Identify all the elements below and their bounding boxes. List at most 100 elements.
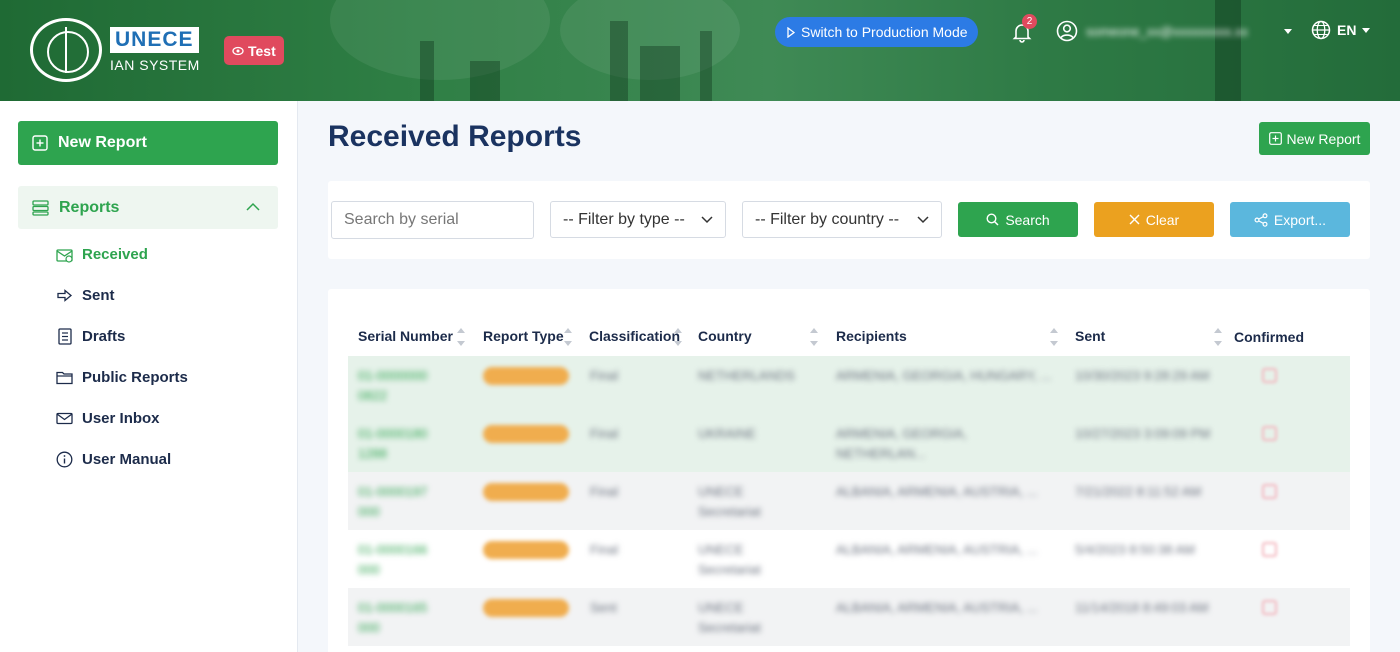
confirmed-checkbox [1262, 426, 1277, 441]
column-header-country[interactable]: Country [698, 328, 752, 344]
arrow-right-icon [57, 289, 73, 302]
sidebar-reports-group[interactable]: Reports [18, 186, 278, 229]
sent-cell: 10/27/2023 3:09:09 PM [1075, 426, 1211, 441]
column-header-classification[interactable]: Classification [589, 328, 680, 344]
recipients-cell: ALBANIA, ARMENIA, AUSTRIA, ... [836, 600, 1038, 615]
table-row[interactable]: 01-0000197 000 Final UNECE Secretariat A… [348, 472, 1350, 530]
report-type-badge [483, 425, 569, 443]
new-report-button[interactable]: New Report [1259, 122, 1370, 155]
logo-ian-text: IAN SYSTEM [110, 57, 200, 73]
table-row[interactable]: 01-0000166 000 Final UNECE Secretariat A… [348, 530, 1350, 588]
sent-cell: 5/4/2023 8:50:38 AM [1075, 542, 1195, 557]
classification-cell: Final [590, 426, 619, 441]
report-type-badge [483, 367, 569, 385]
unece-logo[interactable]: UNECE IAN SYSTEM [30, 18, 200, 82]
sidebar-item-drafts[interactable]: Drafts [56, 328, 125, 345]
language-selector[interactable]: EN [1311, 20, 1371, 40]
report-type-badge [483, 599, 569, 617]
sidebar-item-sent[interactable]: Sent [56, 287, 115, 304]
logo-unece-text: UNECE [110, 27, 199, 53]
search-button[interactable]: Search [958, 202, 1078, 237]
classification-cell: Final [590, 368, 619, 383]
notification-count-badge: 2 [1022, 14, 1037, 29]
sidebar-item-public-reports[interactable]: Public Reports [56, 369, 188, 386]
sidebar-item-received[interactable]: Received [56, 246, 148, 263]
country-cell: NETHERLANDS [698, 368, 795, 383]
close-icon [1129, 214, 1140, 225]
sort-icon[interactable] [1214, 327, 1222, 347]
sidebar-item-user-manual[interactable]: User Manual [56, 451, 171, 468]
country-cell: UNECE Secretariat [698, 600, 761, 635]
sort-icon[interactable] [457, 327, 465, 347]
sort-icon[interactable] [564, 327, 572, 347]
serial-link[interactable]: 01-0000180 1288 [358, 424, 448, 464]
sent-cell: 11/14/2018 8:49:03 AM [1075, 600, 1209, 615]
serial-link[interactable]: 01-0000000 0822 [358, 366, 448, 406]
header-background-tower [1215, 0, 1241, 101]
type-filter-value: -- Filter by type -- [563, 210, 685, 228]
serial-link[interactable]: 01-0000197 000 [358, 482, 448, 522]
chevron-down-icon [1362, 27, 1371, 33]
test-badge-label: Test [248, 42, 276, 59]
header-background-tower [640, 46, 680, 101]
user-menu[interactable]: someone_xx@xxxxxxxxx.xx [1056, 20, 1292, 42]
table-row[interactable]: 01-0000180 1288 Final UKRAINE ARMENIA, G… [348, 414, 1350, 472]
search-button-label: Search [1005, 211, 1050, 228]
confirmed-checkbox [1262, 600, 1277, 615]
serial-link[interactable]: 01-0000166 000 [358, 540, 448, 580]
sidebar-new-report-label: New Report [58, 134, 147, 151]
recipients-cell: ALBANIA, ARMENIA, AUSTRIA, ... [836, 542, 1038, 557]
sent-cell: 7/21/2022 8:11:52 AM [1075, 484, 1202, 499]
sort-icon[interactable] [810, 327, 818, 347]
header-background-tower [700, 31, 712, 101]
switch-production-button[interactable]: Switch to Production Mode [775, 17, 978, 47]
chevron-up-icon [246, 202, 260, 211]
type-filter-select[interactable]: -- Filter by type -- [550, 201, 726, 238]
search-icon [986, 213, 999, 226]
report-type-badge [483, 483, 569, 501]
country-filter-select[interactable]: -- Filter by country -- [742, 201, 942, 238]
share-icon [1254, 212, 1268, 227]
sidebar: New Report Reports Received Sent Drafts … [0, 101, 298, 652]
play-icon [787, 26, 795, 38]
table-row[interactable]: 01-0000165 000 Sent UNECE Secretariat AL… [348, 588, 1350, 646]
column-header-report-type[interactable]: Report Type [483, 328, 564, 344]
column-header-confirmed: Confirmed [1234, 329, 1304, 345]
report-type-badge [483, 541, 569, 559]
folder-icon [56, 371, 73, 385]
envelope-icon [56, 412, 73, 425]
classification-cell: Final [590, 484, 619, 499]
export-button[interactable]: Export... [1230, 202, 1350, 237]
header-background-smoke [330, 0, 550, 80]
column-header-serial[interactable]: Serial Number [358, 328, 453, 344]
sort-icon[interactable] [1050, 327, 1058, 347]
header-background-tower [610, 21, 628, 101]
drafts-icon [58, 328, 72, 345]
sidebar-new-report-button[interactable]: New Report [18, 121, 278, 165]
sent-cell: 10/30/2023 9:28:29 AM [1075, 368, 1210, 383]
new-report-label: New Report [1286, 130, 1361, 147]
plus-square-icon [1268, 132, 1282, 145]
confirmed-checkbox [1262, 368, 1277, 383]
sort-icon[interactable] [674, 327, 682, 347]
serial-search-input[interactable] [331, 201, 534, 239]
clear-button[interactable]: Clear [1094, 202, 1214, 237]
sidebar-item-label: Public Reports [82, 369, 188, 386]
globe-icon [1311, 20, 1331, 40]
reports-table: Serial Number Report Type Classification… [328, 289, 1370, 652]
confirmed-checkbox [1262, 484, 1277, 499]
serial-link[interactable]: 01-0000165 000 [358, 598, 448, 638]
sidebar-item-user-inbox[interactable]: User Inbox [56, 410, 160, 427]
column-header-recipients[interactable]: Recipients [836, 328, 907, 344]
sidebar-reports-label: Reports [59, 198, 120, 216]
recipients-cell: ARMENIA, GEORGIA, HUNGARY, ... [836, 368, 1052, 383]
column-header-sent[interactable]: Sent [1075, 328, 1105, 344]
table-row[interactable]: 01-0000000 0822 Final NETHERLANDS ARMENI… [348, 356, 1350, 414]
user-email: someone_xx@xxxxxxxxx.xx [1086, 23, 1249, 39]
plus-square-icon [32, 135, 48, 151]
confirmed-checkbox [1262, 542, 1277, 557]
sidebar-item-label: User Inbox [82, 410, 160, 427]
country-cell: UNECE Secretariat [698, 542, 761, 577]
language-label: EN [1337, 22, 1357, 38]
classification-cell: Sent [590, 600, 617, 615]
